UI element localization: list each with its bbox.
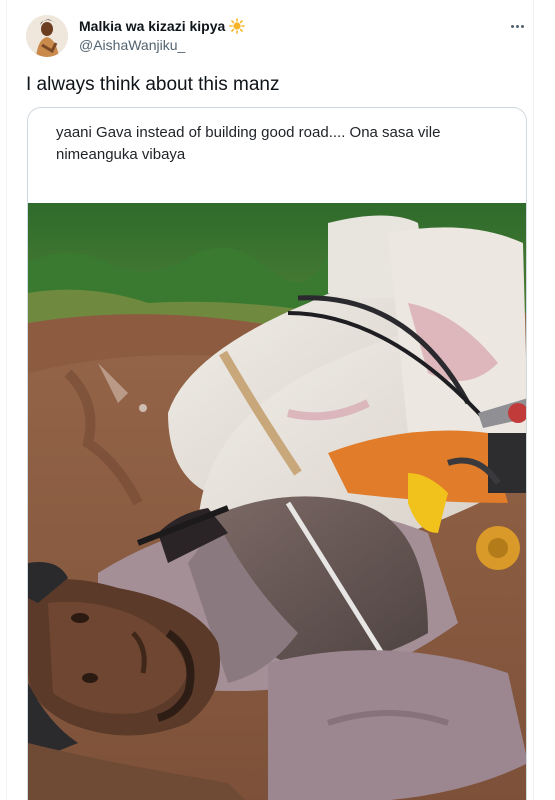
sun-emoji-icon — [229, 18, 246, 34]
quoted-tweet-photo[interactable] — [28, 203, 527, 800]
user-handle[interactable]: @AishaWanjiku_ — [79, 37, 185, 53]
display-name[interactable]: Malkia wa kizazi kipya — [79, 18, 225, 34]
more-options-icon[interactable] — [505, 16, 529, 36]
quoted-tweet[interactable]: yaani Gava instead of building good road… — [27, 107, 527, 800]
quoted-tweet-text: yaani Gava instead of building good road… — [56, 124, 441, 163]
tweet-card: Malkia wa kizazi kipya @AishaWanjiku_ I … — [6, 0, 534, 800]
tweet-text: I always think about this manz — [26, 74, 280, 95]
avatar[interactable] — [26, 15, 68, 57]
author-name-row[interactable]: Malkia wa kizazi kipya — [79, 18, 246, 34]
avatar-image — [26, 15, 68, 57]
